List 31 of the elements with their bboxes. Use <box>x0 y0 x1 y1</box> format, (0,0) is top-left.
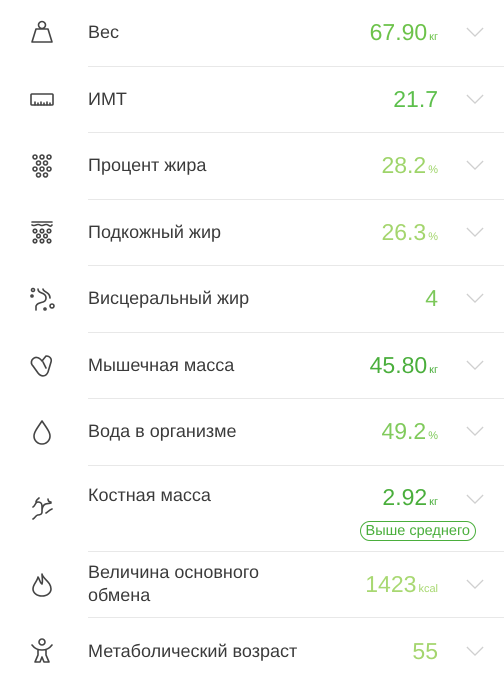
metric-value: 28.2% <box>380 152 438 180</box>
chevron-icon[interactable] <box>466 27 484 38</box>
chevron-icon[interactable] <box>466 293 484 304</box>
metric-label: Подкожный жир <box>88 220 222 244</box>
metric-label: Вес <box>88 21 120 44</box>
chevron-icon[interactable] <box>466 160 484 172</box>
metric-label: Процент жира <box>88 154 208 178</box>
metric-value: 67.90 кг <box>368 19 438 46</box>
chevron-icon[interactable] <box>466 94 484 105</box>
metric-value: 2.92 кг <box>381 484 438 510</box>
metric-value: 55 <box>411 638 438 665</box>
metric-label: ИМТ <box>88 88 128 111</box>
metric-label: Величина основного обмена <box>88 561 260 608</box>
chevron-icon[interactable] <box>466 494 484 504</box>
metric-value: 4 <box>424 285 438 312</box>
metric-value: 26.3% <box>380 218 438 246</box>
chevron-icon[interactable] <box>466 226 484 238</box>
metric-label: Вода в организме <box>88 420 238 444</box>
metric-label: Висцеральный жир <box>88 287 250 310</box>
chevron-icon[interactable] <box>466 426 484 438</box>
status-badge: Выше среднего <box>360 520 476 540</box>
metric-value: 45.80 кг <box>368 352 438 379</box>
metric-label: Мышечная масса <box>88 354 236 377</box>
metric-value: 1423 kcal <box>364 570 438 598</box>
chevron-icon[interactable] <box>466 646 484 657</box>
metric-value: 49.2% <box>380 418 438 446</box>
metric-label: Костная масса <box>88 484 212 506</box>
chevron-icon[interactable] <box>466 578 484 590</box>
metric-label: Метаболический возраст <box>88 640 298 663</box>
metric-value: 21.7 <box>392 86 438 113</box>
chevron-icon[interactable] <box>466 360 484 371</box>
